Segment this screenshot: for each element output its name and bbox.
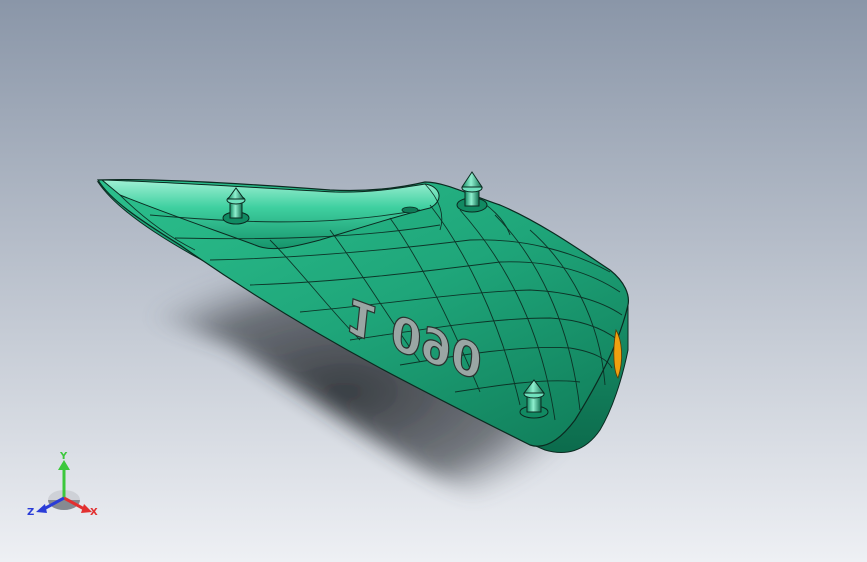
view-orientation-triad[interactable]: Y X Z — [27, 451, 98, 518]
model-scene[interactable]: 1 090 Y X Z — [0, 0, 867, 562]
triad-y-label: Y — [59, 451, 68, 462]
fillet-hole — [401, 206, 419, 214]
graphics-viewport[interactable]: 1 090 Y X Z — [0, 0, 867, 562]
triad-z-label: Z — [27, 507, 34, 518]
triad-x-label: X — [90, 507, 98, 518]
